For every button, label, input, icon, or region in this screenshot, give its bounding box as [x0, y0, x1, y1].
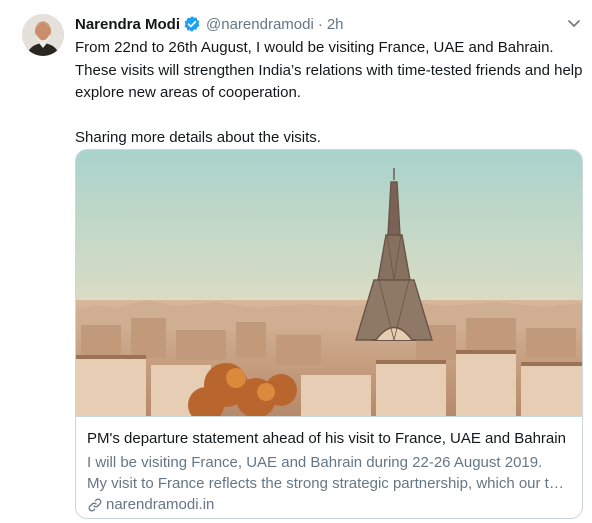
card-image[interactable]: [76, 150, 582, 416]
card-body[interactable]: PM's departure statement ahead of his vi…: [76, 416, 582, 518]
card-description-line: My visit to France reflects the strong s…: [87, 475, 571, 492]
card-domain-text[interactable]: narendramodi.in: [106, 495, 214, 515]
card-domain[interactable]: narendramodi.in: [87, 495, 571, 515]
chevron-down-icon[interactable]: [564, 13, 584, 33]
timestamp[interactable]: 2h: [327, 16, 344, 33]
card-description-line: I will be visiting France, UAE and Bahra…: [87, 454, 543, 471]
card-description: I will be visiting France, UAE and Bahra…: [87, 452, 571, 494]
tweet-text: From 22nd to 26th August, I would be vis…: [75, 37, 585, 149]
verified-badge-icon: [183, 15, 201, 33]
author-handle[interactable]: @narendramodi: [206, 16, 314, 33]
tweet-paragraph: From 22nd to 26th August, I would be vis…: [75, 39, 583, 101]
tweet-header: Narendra Modi @narendramodi · 2h: [75, 14, 344, 34]
link-preview-card[interactable]: PM's departure statement ahead of his vi…: [75, 149, 583, 519]
tweet-paragraph: Sharing more details about the visits.: [75, 128, 321, 146]
author-name[interactable]: Narendra Modi: [75, 16, 180, 33]
avatar[interactable]: [22, 14, 64, 56]
separator-dot: ·: [317, 15, 323, 33]
link-icon: [87, 497, 103, 513]
card-title[interactable]: PM's departure statement ahead of his vi…: [87, 429, 571, 449]
